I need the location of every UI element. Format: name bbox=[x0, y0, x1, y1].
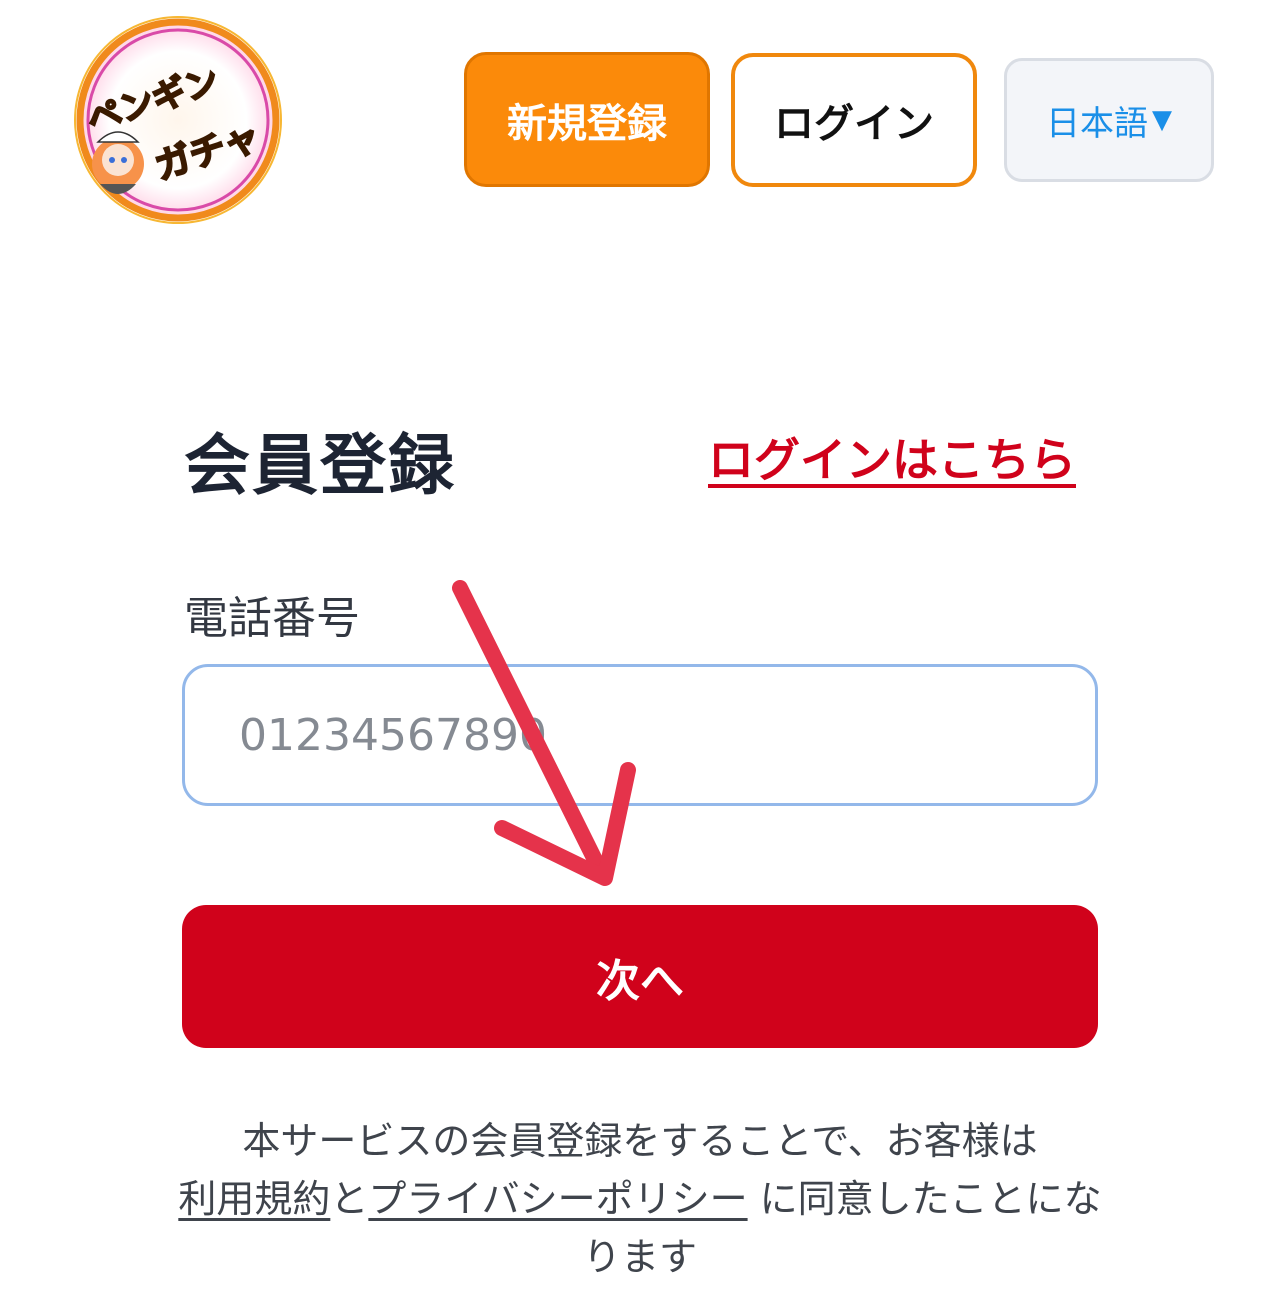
terms-of-service-link[interactable]: 利用規約 bbox=[178, 1177, 330, 1221]
terms-text-line1: 本サービスの会員登録をすることで、お客様は bbox=[242, 1119, 1038, 1163]
register-button-label: 新規登録 bbox=[507, 100, 667, 147]
login-link[interactable]: ログインはこちら bbox=[708, 424, 1076, 490]
page-title: 会員登録 bbox=[184, 427, 456, 504]
caret-down-icon: ▼ bbox=[1152, 105, 1172, 135]
language-selector[interactable]: 日本語 ▼ bbox=[1004, 58, 1214, 182]
terms-notice: 本サービスの会員登録をすることで、お客様は 利用規約とプライバシーポリシー に同… bbox=[170, 1112, 1110, 1286]
login-button-label: ログイン bbox=[774, 101, 934, 147]
phone-input[interactable] bbox=[182, 664, 1098, 806]
login-button[interactable]: ログイン bbox=[731, 53, 977, 187]
next-button[interactable]: 次へ bbox=[182, 905, 1098, 1048]
language-label: 日本語 bbox=[1046, 103, 1148, 144]
register-button[interactable]: 新規登録 bbox=[464, 52, 710, 187]
next-button-label: 次へ bbox=[596, 955, 684, 1007]
penguin-gacha-logo-icon: ペンギン ガチャ bbox=[74, 16, 282, 224]
privacy-policy-link[interactable]: プライバシーポリシー bbox=[368, 1177, 747, 1221]
phone-label: 電話番号 bbox=[184, 593, 360, 644]
terms-connector: と bbox=[330, 1177, 369, 1221]
site-logo[interactable]: ペンギン ガチャ bbox=[70, 14, 285, 226]
